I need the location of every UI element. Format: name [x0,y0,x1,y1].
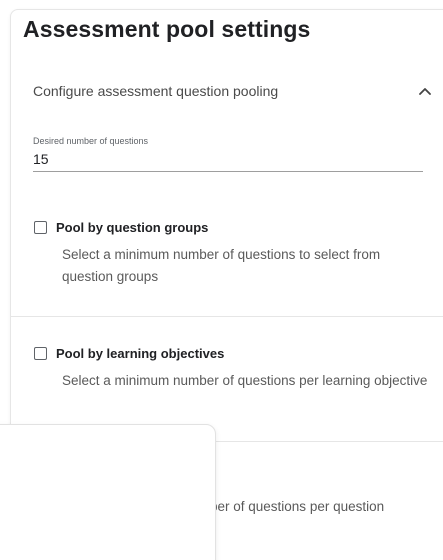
pool-by-question-groups-option: Pool by question groups Select a minimum… [33,220,433,288]
option-row: Pool by learning objectives [33,346,433,361]
desired-questions-input[interactable] [33,146,423,172]
page-title: Assessment pool settings [23,16,311,42]
partial-option-description: ber of questions per question [210,499,385,514]
option-description: Select a minimum number of questions per… [62,373,428,388]
divider [10,316,443,317]
option-title: Pool by learning objectives [56,346,225,361]
pool-by-question-groups-checkbox[interactable] [34,221,47,234]
questions-field-label: Desired number of questions [33,136,149,146]
pool-by-learning-objectives-option: Pool by learning objectives Select a min… [33,346,433,392]
overlay-panel [0,424,216,560]
pooling-section-label: Configure assessment question pooling [33,83,279,99]
pool-by-learning-objectives-checkbox[interactable] [34,347,47,360]
pooling-section-toggle[interactable]: Configure assessment question pooling [33,81,433,101]
option-description: Select a minimum number of questions to … [62,247,381,284]
page: Assessment pool settings Configure asses… [0,0,443,560]
option-title: Pool by question groups [56,220,209,235]
option-row: Pool by question groups [33,220,433,235]
chevron-up-icon[interactable] [415,81,435,101]
